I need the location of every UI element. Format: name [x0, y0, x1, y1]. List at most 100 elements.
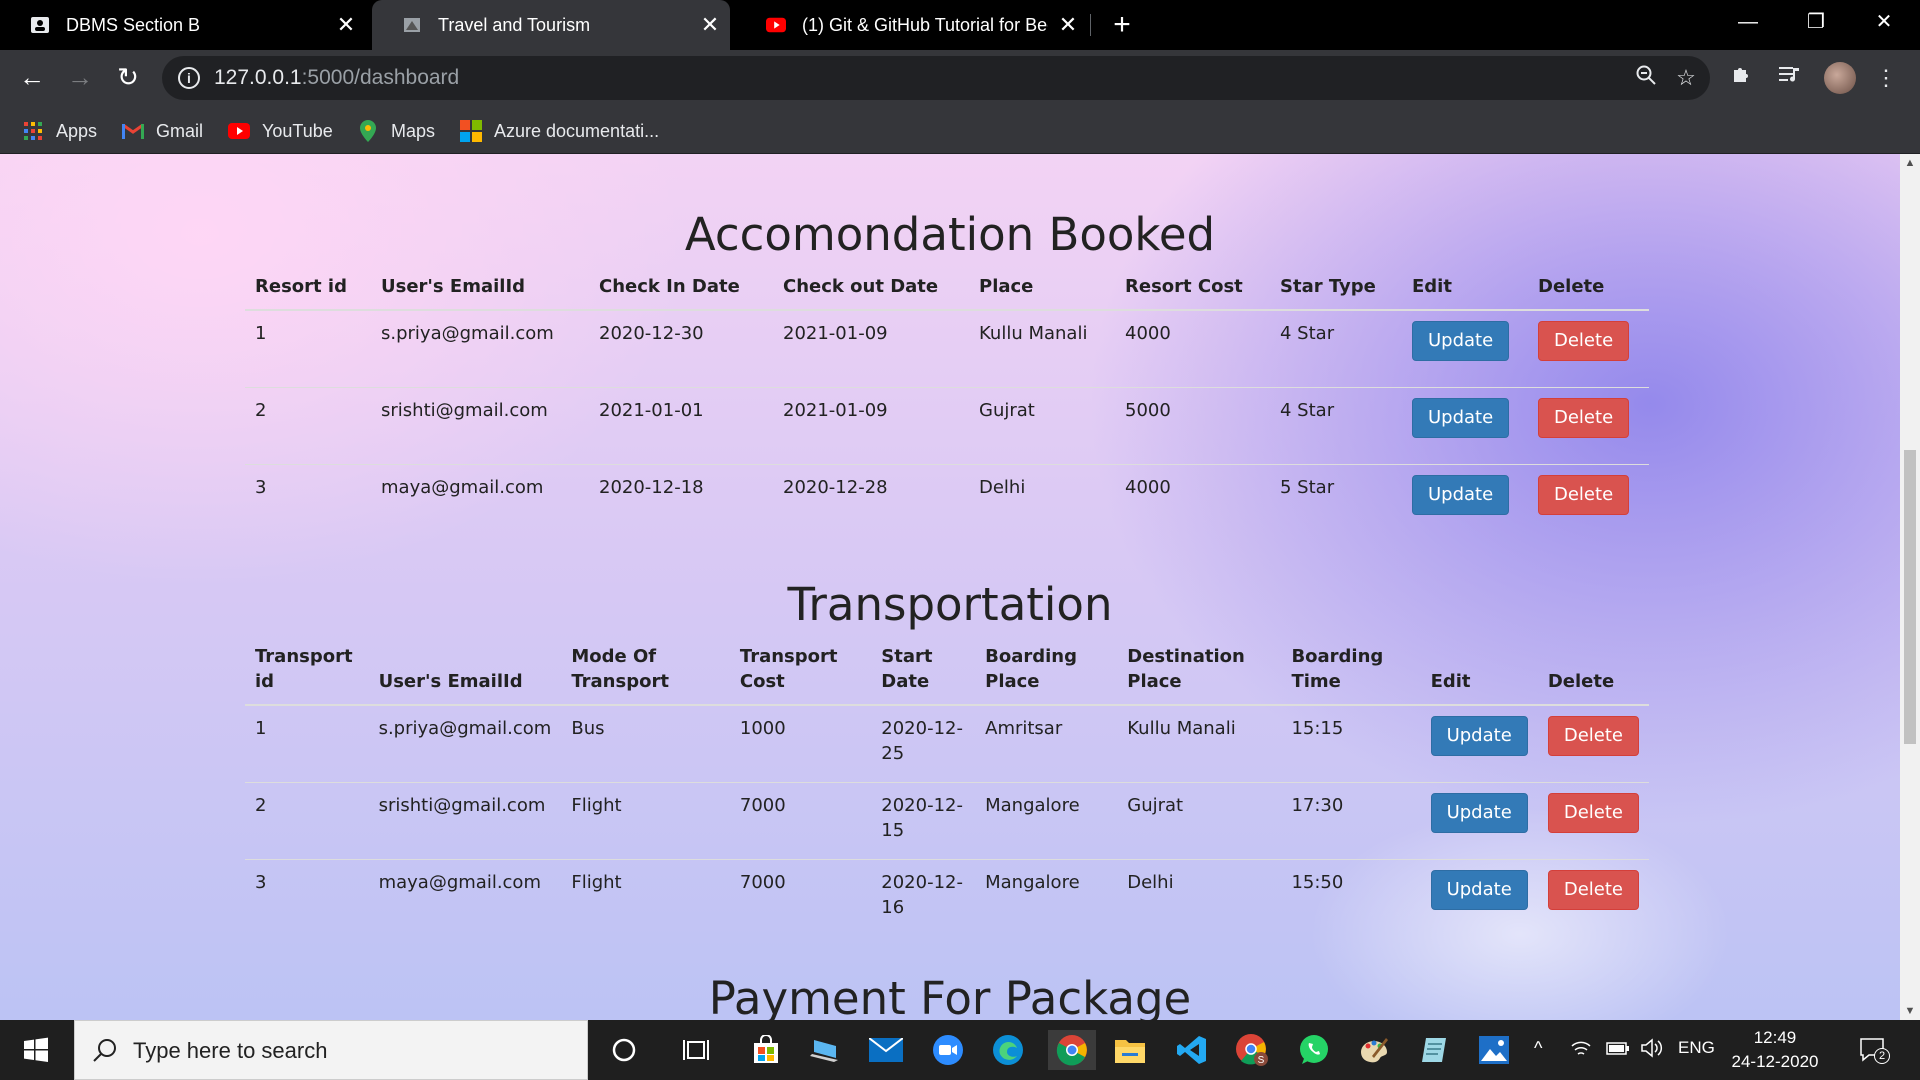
- extensions-puzzle-icon[interactable]: [1726, 62, 1758, 94]
- task-view-icon[interactable]: [676, 1030, 716, 1070]
- address-bar[interactable]: i 127.0.0.1:5000/dashboard ☆: [162, 56, 1710, 100]
- bookmark-youtube[interactable]: YouTube: [228, 118, 333, 144]
- vscode-icon[interactable]: [1172, 1030, 1212, 1070]
- classroom-icon: [30, 15, 50, 35]
- page-content: Accomondation Booked Resort id User's Em…: [0, 154, 1900, 1020]
- zoom-icon[interactable]: [1632, 64, 1660, 92]
- bookmark-gmail[interactable]: Gmail: [122, 118, 203, 144]
- user-email: maya@gmail.com: [368, 858, 562, 936]
- url-text[interactable]: 127.0.0.1:5000/dashboard: [214, 66, 459, 90]
- chrome-profile-icon[interactable]: S: [1232, 1030, 1272, 1070]
- delete-button[interactable]: Delete: [1547, 716, 1639, 756]
- bookmark-star-icon[interactable]: ☆: [1672, 64, 1700, 92]
- user-email: s.priya@gmail.com: [371, 309, 589, 387]
- gmail-icon: [122, 120, 144, 142]
- bookmark-apps[interactable]: Apps: [22, 118, 97, 144]
- update-button[interactable]: Update: [1412, 321, 1510, 361]
- resort-cost: 5000: [1115, 386, 1270, 464]
- microsoft-store-icon[interactable]: [746, 1030, 786, 1070]
- tab-travel-and-tourism[interactable]: Travel and Tourism ✕: [372, 0, 730, 50]
- site-info-icon[interactable]: i: [178, 67, 200, 89]
- delete-button[interactable]: Delete: [1538, 474, 1630, 515]
- taskbar-clock[interactable]: 12:49 24-12-2020: [1720, 1026, 1830, 1074]
- place: Delhi: [969, 463, 1115, 541]
- media-queue-icon[interactable]: [1774, 62, 1806, 94]
- profile-avatar[interactable]: [1824, 62, 1856, 94]
- scroll-down-arrow-icon[interactable]: ▼: [1900, 1002, 1920, 1020]
- column-header: Star Type: [1270, 266, 1402, 311]
- delete-button[interactable]: Delete: [1538, 397, 1630, 438]
- file-explorer-icon[interactable]: [1110, 1030, 1150, 1070]
- column-header: Resort Cost: [1115, 266, 1270, 311]
- close-tab-icon[interactable]: ✕: [690, 12, 730, 38]
- notification-center-icon[interactable]: 2: [1858, 1036, 1890, 1064]
- bookmark-maps[interactable]: Maps: [357, 118, 435, 144]
- close-window-button[interactable]: ✕: [1850, 0, 1918, 44]
- bookmark-label: Maps: [391, 120, 436, 141]
- destination-place: Gujrat: [1117, 781, 1282, 859]
- update-button[interactable]: Update: [1430, 792, 1528, 833]
- taskbar-search-box[interactable]: Type here to search: [74, 1020, 588, 1080]
- restore-button[interactable]: ❐: [1782, 0, 1850, 44]
- bookmark-azure-documentation[interactable]: Azure documentati...: [460, 118, 659, 144]
- destination-place: Kullu Manali: [1117, 704, 1282, 782]
- chrome-icon[interactable]: [1048, 1030, 1096, 1070]
- volume-icon[interactable]: [1640, 1038, 1664, 1063]
- table-row: 1 s.priya@gmail.com 2020-12-30 2021-01-0…: [245, 309, 1649, 387]
- forward-arrow-icon[interactable]: →: [62, 60, 98, 96]
- delete-button[interactable]: Delete: [1538, 321, 1630, 361]
- tab-git-github-tutorial[interactable]: (1) Git & GitHub Tutorial for Begi ✕: [736, 0, 1088, 50]
- language-indicator[interactable]: ENG: [1678, 1038, 1715, 1058]
- close-tab-icon[interactable]: ✕: [326, 12, 366, 38]
- paint-icon[interactable]: [1354, 1030, 1394, 1070]
- update-button[interactable]: Update: [1430, 716, 1528, 756]
- table-row: 3 maya@gmail.com 2020-12-18 2020-12-28 D…: [245, 463, 1649, 541]
- close-tab-icon[interactable]: ✕: [1048, 12, 1088, 38]
- page-scrollbar[interactable]: ▲ ▼: [1900, 154, 1920, 1020]
- boarding-place: Amritsar: [975, 704, 1118, 782]
- update-button[interactable]: Update: [1430, 869, 1528, 910]
- more-menu-icon[interactable]: ⋮: [1870, 62, 1902, 94]
- show-hidden-icons-chevron-icon[interactable]: ^: [1534, 1038, 1542, 1059]
- delete-button[interactable]: Delete: [1547, 869, 1639, 910]
- search-icon: [93, 1039, 116, 1062]
- scrollbar-thumb[interactable]: [1904, 450, 1916, 744]
- transportation-section-title: Transportation: [787, 578, 1113, 631]
- back-arrow-icon[interactable]: ←: [14, 60, 50, 96]
- cortana-icon[interactable]: [604, 1030, 644, 1070]
- column-header: Edit: [1420, 636, 1538, 706]
- tab-dbms-section-b[interactable]: DBMS Section B ✕: [0, 0, 366, 50]
- update-button[interactable]: Update: [1412, 474, 1510, 515]
- start-date: 2020-12-15: [871, 781, 976, 859]
- edge-icon[interactable]: [988, 1030, 1028, 1070]
- tab-strip: DBMS Section B ✕ Travel and Tourism ✕ (1…: [0, 0, 1920, 50]
- zoom-icon[interactable]: [928, 1030, 968, 1070]
- star-type: 4 Star: [1270, 309, 1402, 387]
- new-tab-button[interactable]: +: [1104, 8, 1140, 44]
- mail-icon[interactable]: [866, 1030, 906, 1070]
- table-row: 1 s.priya@gmail.com Bus 1000 2020-12-25 …: [245, 704, 1649, 782]
- column-header: Check In Date: [589, 266, 773, 311]
- edit-cell: Update: [1420, 781, 1538, 859]
- tab-title: Travel and Tourism: [438, 14, 591, 35]
- reload-icon[interactable]: ↻: [110, 60, 146, 96]
- laptop-app-icon[interactable]: [806, 1030, 846, 1070]
- delete-button[interactable]: Delete: [1547, 792, 1639, 833]
- resort-cost: 4000: [1115, 463, 1270, 541]
- battery-icon[interactable]: [1606, 1038, 1630, 1063]
- user-email: maya@gmail.com: [371, 463, 589, 541]
- notes-app-icon[interactable]: [1414, 1030, 1454, 1070]
- boarding-time: 17:30: [1281, 781, 1421, 859]
- notification-count-badge: 2: [1874, 1048, 1890, 1064]
- minimize-button[interactable]: —: [1714, 0, 1782, 44]
- wifi-icon[interactable]: [1570, 1038, 1592, 1063]
- start-button[interactable]: [0, 1020, 72, 1080]
- scroll-up-arrow-icon[interactable]: ▲: [1900, 154, 1920, 172]
- transport-id: 1: [245, 704, 369, 782]
- update-button[interactable]: Update: [1412, 397, 1510, 438]
- photos-icon[interactable]: [1474, 1030, 1514, 1070]
- resort-cost: 4000: [1115, 309, 1270, 387]
- whatsapp-icon[interactable]: [1294, 1030, 1334, 1070]
- check-out-date: 2021-01-09: [773, 309, 969, 387]
- delete-cell: Delete: [1528, 309, 1649, 387]
